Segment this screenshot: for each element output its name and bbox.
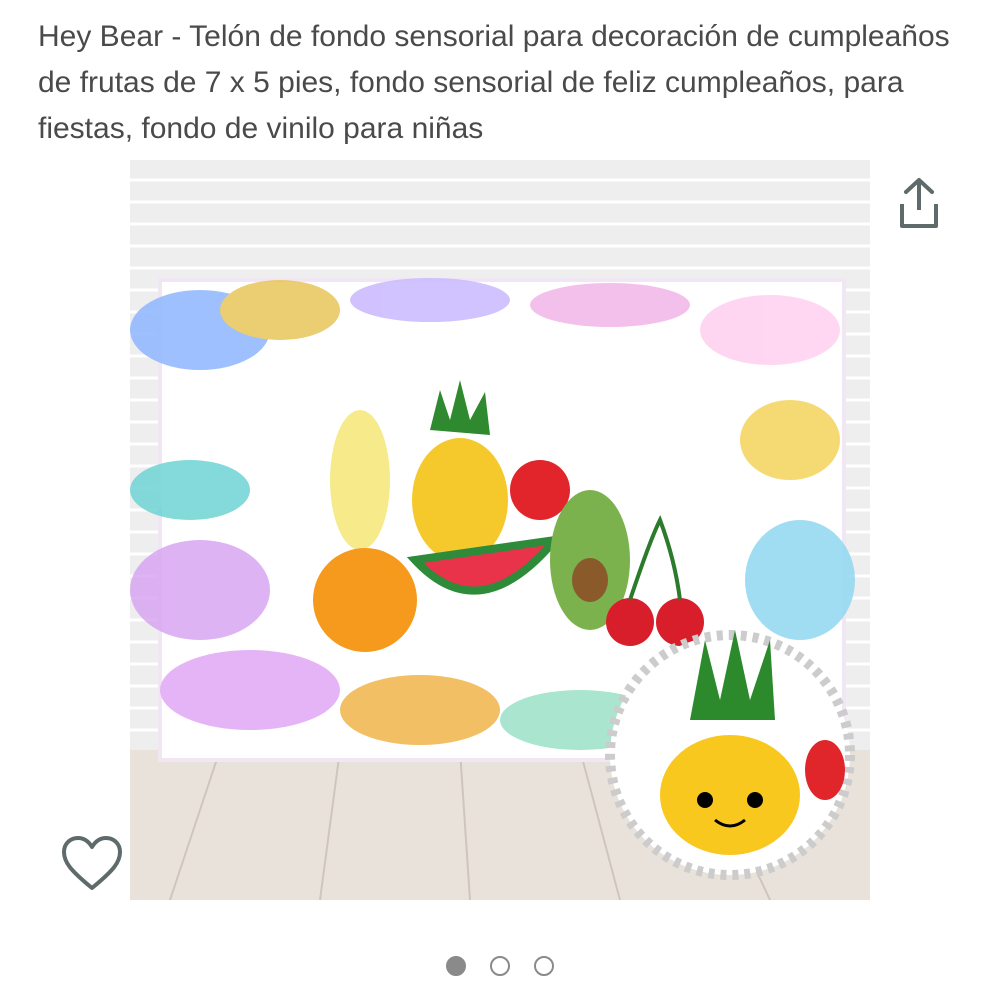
carousel-dot-3[interactable] bbox=[534, 956, 554, 976]
share-button[interactable] bbox=[896, 176, 942, 232]
wishlist-button[interactable] bbox=[60, 834, 124, 894]
product-photo bbox=[130, 160, 870, 901]
product-image[interactable] bbox=[130, 160, 870, 901]
image-carousel-indicator bbox=[0, 952, 1000, 980]
carousel-dot-2[interactable] bbox=[490, 956, 510, 976]
heart-outline-icon bbox=[62, 836, 122, 890]
product-title: Hey Bear - Telón de fondo sensorial para… bbox=[38, 20, 950, 145]
share-icon bbox=[900, 178, 938, 228]
carousel-dot-1[interactable] bbox=[446, 956, 466, 976]
